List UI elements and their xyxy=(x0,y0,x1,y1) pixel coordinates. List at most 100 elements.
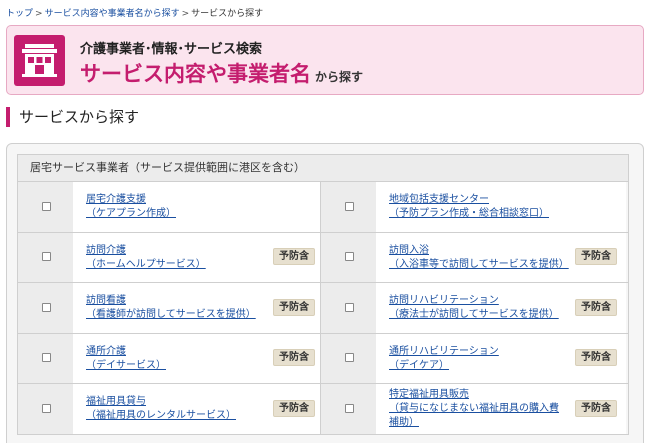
service-link-text: 居宅介護支援 xyxy=(86,194,146,205)
checkbox-column xyxy=(321,182,376,232)
page-title-main: サービス内容や事業者名 xyxy=(80,62,311,86)
service-panel: 居宅サービス事業者（サービス提供範囲に港区を含む） 居宅介護支援 （ケアプラン作成… xyxy=(6,143,644,443)
service-link-text: （入浴車等で訪問してサービスを提供） xyxy=(389,258,569,270)
service-content: 通所介護 （デイサービス） 予防含 xyxy=(73,333,324,383)
checkbox-column xyxy=(18,182,73,232)
prevention-badge: 予防含 xyxy=(575,248,617,266)
breadcrumb-link-search[interactable]: サービス内容や事業者名から探す xyxy=(45,9,180,19)
service-link[interactable]: 居宅介護支援 （ケアプラン作成） xyxy=(86,193,176,221)
breadcrumb-separator: > xyxy=(35,9,43,19)
service-content: 特定福祉用具販売 （貸与になじまない福祉用具の購入費 補助） 予防含 xyxy=(376,384,626,434)
service-link[interactable]: 福祉用具貸与 （福祉用具のレンタルサービス） xyxy=(86,395,236,423)
prevention-badge: 予防含 xyxy=(575,349,617,367)
checkbox-column xyxy=(321,283,376,333)
building-icon xyxy=(14,35,65,86)
service-checkbox[interactable] xyxy=(345,403,354,413)
service-cell: 通所介護 （デイサービス） 予防含 xyxy=(18,333,324,383)
checkbox-column xyxy=(18,283,73,333)
checkbox-column xyxy=(18,384,73,434)
service-link-text: （デイケア） xyxy=(389,359,449,371)
service-link-text: 訪問介護 xyxy=(86,244,126,256)
service-checkbox[interactable] xyxy=(42,252,51,262)
service-checkbox[interactable] xyxy=(345,201,354,211)
service-cell: 訪問介護 （ホームヘルプサービス） 予防含 xyxy=(18,232,324,282)
service-grid: 居宅介護支援 （ケアプラン作成） 地域包括支援センター （予防プラン作成・総合相談窓口… xyxy=(17,181,629,435)
breadcrumb-link-top[interactable]: トップ xyxy=(6,9,33,19)
prevention-badge: 予防含 xyxy=(575,298,617,316)
service-link-text: （デイサービス） xyxy=(86,359,166,371)
service-row: 通所介護 （デイサービス） 予防含 通所リハビリテーション （デイケア） 予防含 xyxy=(17,333,629,384)
service-link[interactable]: 訪問リハビリテーション （療法士が訪問してサービスを提供） xyxy=(389,294,559,322)
service-cell: 福祉用具貸与 （福祉用具のレンタルサービス） 予防含 xyxy=(18,384,324,434)
service-link-text: 福祉用具貸与 xyxy=(86,396,146,407)
service-content: 訪問介護 （ホームヘルプサービス） 予防含 xyxy=(73,232,324,282)
service-link-text: 訪問リハビリテーション xyxy=(389,295,499,306)
service-row: 訪問看護 （看護師が訪問してサービスを提供） 予防含 訪問リハビリテーション （療法士が… xyxy=(17,283,629,334)
service-cell: 訪問リハビリテーション （療法士が訪問してサービスを提供） 予防含 xyxy=(320,283,626,333)
service-link[interactable]: 地域包括支援センター （予防プラン作成・総合相談窓口） xyxy=(389,193,549,221)
service-link-text: （療法士が訪問してサービスを提供） xyxy=(389,309,559,320)
breadcrumb-current: サービスから探す xyxy=(191,9,264,19)
service-link[interactable]: 訪問看護 （看護師が訪問してサービスを提供） xyxy=(86,294,256,322)
page-title-suffix: から探す xyxy=(315,70,364,84)
service-link-text: 通所リハビリテーション xyxy=(389,345,499,357)
page-title: サービス内容や事業者名 から探す xyxy=(80,58,363,88)
page-header-banner: 介護事業者･情報･サービス検索 サービス内容や事業者名 から探す xyxy=(6,25,644,95)
prevention-badge: 予防含 xyxy=(273,349,315,367)
checkbox-column xyxy=(18,333,73,383)
service-row: 居宅介護支援 （ケアプラン作成） 地域包括支援センター （予防プラン作成・総合相談窓口… xyxy=(17,182,629,233)
breadcrumb-separator: > xyxy=(181,9,190,19)
service-link-text: （福祉用具のレンタルサービス） xyxy=(86,410,236,421)
service-content: 通所リハビリテーション （デイケア） 予防含 xyxy=(376,333,626,383)
service-cell: 居宅介護支援 （ケアプラン作成） xyxy=(18,182,324,232)
service-content: 地域包括支援センター （予防プラン作成・総合相談窓口） xyxy=(376,182,626,232)
service-checkbox[interactable] xyxy=(42,403,51,413)
service-content: 訪問看護 （看護師が訪問してサービスを提供） 予防含 xyxy=(73,283,324,333)
checkbox-column xyxy=(321,333,376,383)
section-title: サービスから探す xyxy=(6,107,139,127)
service-link-text: （貸与になじまない福祉用具の購入費 xyxy=(389,403,559,414)
service-link[interactable]: 通所介護 （デイサービス） xyxy=(86,345,166,373)
service-link-text: 補助） xyxy=(389,417,419,428)
panel-header: 居宅サービス事業者（サービス提供範囲に港区を含む） xyxy=(17,154,629,181)
service-link-text: （ケアプラン作成） xyxy=(86,208,176,219)
service-link-text: 訪問看護 xyxy=(86,295,126,306)
service-link[interactable]: 通所リハビリテーション （デイケア） xyxy=(389,345,499,373)
service-cell: 訪問看護 （看護師が訪問してサービスを提供） 予防含 xyxy=(18,283,324,333)
header-subtitle: 介護事業者･情報･サービス検索 xyxy=(80,42,263,57)
breadcrumb: トップ > サービス内容や事業者名から探す > サービスから探す xyxy=(6,6,263,19)
service-content: 訪問入浴 （入浴車等で訪問してサービスを提供） 予防含 xyxy=(376,232,626,282)
service-cell: 訪問入浴 （入浴車等で訪問してサービスを提供） 予防含 xyxy=(320,232,626,282)
checkbox-column xyxy=(321,232,376,282)
checkbox-column xyxy=(321,384,376,434)
service-cell: 通所リハビリテーション （デイケア） 予防含 xyxy=(320,333,626,383)
service-checkbox[interactable] xyxy=(345,252,354,262)
service-cell: 地域包括支援センター （予防プラン作成・総合相談窓口） xyxy=(320,182,626,232)
service-row: 訪問介護 （ホームヘルプサービス） 予防含 訪問入浴 （入浴車等で訪問してサービスを提供… xyxy=(17,232,629,283)
service-checkbox[interactable] xyxy=(345,302,354,312)
service-link-text: 通所介護 xyxy=(86,345,126,357)
service-link-text: 地域包括支援センター xyxy=(389,194,489,205)
service-content: 福祉用具貸与 （福祉用具のレンタルサービス） 予防含 xyxy=(73,384,324,434)
service-link[interactable]: 特定福祉用具販売 （貸与になじまない福祉用具の購入費 補助） xyxy=(389,388,559,430)
prevention-badge: 予防含 xyxy=(273,399,315,417)
service-link-text: （看護師が訪問してサービスを提供） xyxy=(86,309,256,320)
prevention-badge: 予防含 xyxy=(575,399,617,417)
service-content: 訪問リハビリテーション （療法士が訪問してサービスを提供） 予防含 xyxy=(376,283,626,333)
service-checkbox[interactable] xyxy=(42,302,51,312)
service-checkbox[interactable] xyxy=(42,201,51,211)
service-content: 居宅介護支援 （ケアプラン作成） xyxy=(73,182,324,232)
service-checkbox[interactable] xyxy=(42,353,51,363)
service-link[interactable]: 訪問介護 （ホームヘルプサービス） xyxy=(86,244,206,272)
service-row: 福祉用具貸与 （福祉用具のレンタルサービス） 予防含 特定福祉用具販売 （貸与になじまな… xyxy=(17,384,629,435)
service-link-text: （ホームヘルプサービス） xyxy=(86,258,206,270)
service-cell: 特定福祉用具販売 （貸与になじまない福祉用具の購入費 補助） 予防含 xyxy=(320,384,626,434)
service-link[interactable]: 訪問入浴 （入浴車等で訪問してサービスを提供） xyxy=(389,244,569,272)
prevention-badge: 予防含 xyxy=(273,298,315,316)
checkbox-column xyxy=(18,232,73,282)
service-checkbox[interactable] xyxy=(345,353,354,363)
service-link-text: （予防プラン作成・総合相談窓口） xyxy=(389,208,549,219)
service-link-text: 訪問入浴 xyxy=(389,244,429,256)
service-link-text: 特定福祉用具販売 xyxy=(389,389,469,400)
prevention-badge: 予防含 xyxy=(273,248,315,266)
